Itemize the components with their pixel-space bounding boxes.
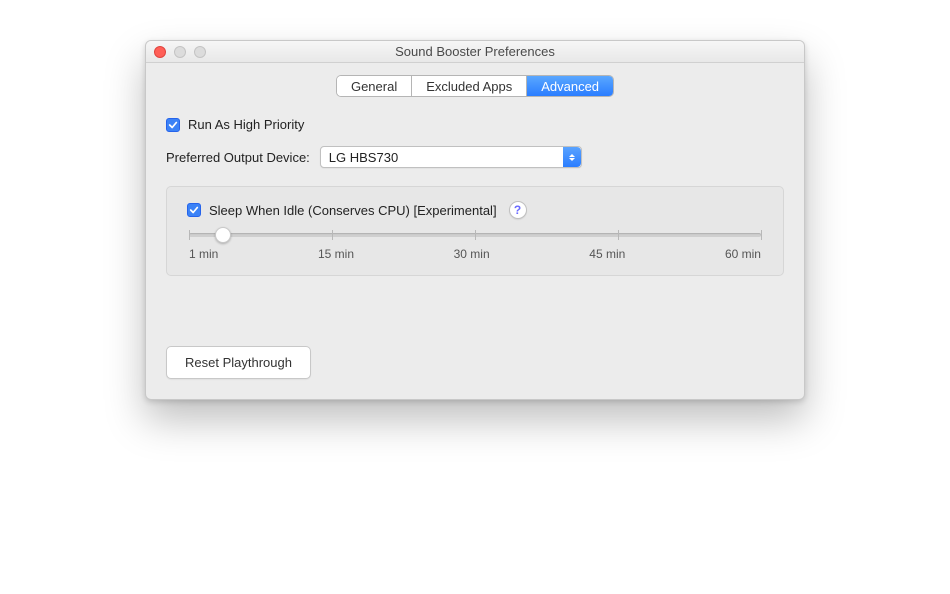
- slider-tick: [761, 230, 762, 240]
- output-device-label: Preferred Output Device:: [166, 150, 310, 165]
- slider-tick: [332, 230, 333, 240]
- tab-segment: General Excluded Apps Advanced: [336, 75, 614, 97]
- check-icon: [189, 205, 199, 215]
- tab-general[interactable]: General: [337, 76, 412, 96]
- traffic-lights: [154, 46, 206, 58]
- slider-track: [189, 233, 761, 237]
- scale-label: 45 min: [589, 247, 625, 261]
- sleep-idle-label: Sleep When Idle (Conserves CPU) [Experim…: [209, 203, 497, 218]
- slider-tick: [618, 230, 619, 240]
- reset-playthrough-button[interactable]: Reset Playthrough: [166, 346, 311, 379]
- tabs: General Excluded Apps Advanced: [166, 75, 784, 97]
- high-priority-label: Run As High Priority: [188, 117, 304, 132]
- preferences-window: Sound Booster Preferences General Exclud…: [145, 40, 805, 400]
- row-output-device: Preferred Output Device: LG HBS730: [166, 146, 784, 168]
- tab-excluded-apps[interactable]: Excluded Apps: [412, 76, 527, 96]
- sleep-idle-checkbox[interactable]: [187, 203, 201, 217]
- scale-label: 60 min: [725, 247, 761, 261]
- zoom-icon: [194, 46, 206, 58]
- row-high-priority: Run As High Priority: [166, 117, 784, 132]
- content-area: General Excluded Apps Advanced Run As Hi…: [146, 63, 804, 399]
- window-title: Sound Booster Preferences: [146, 44, 804, 59]
- high-priority-checkbox[interactable]: [166, 118, 180, 132]
- check-icon: [168, 120, 178, 130]
- scale-label: 30 min: [454, 247, 490, 261]
- close-icon[interactable]: [154, 46, 166, 58]
- help-button[interactable]: ?: [509, 201, 527, 219]
- slider-thumb[interactable]: [215, 227, 231, 243]
- slider-scale: 1 min 15 min 30 min 45 min 60 min: [189, 247, 761, 261]
- minimize-icon: [174, 46, 186, 58]
- updown-icon: [563, 147, 581, 167]
- help-icon: ?: [514, 203, 521, 217]
- slider-tick: [475, 230, 476, 240]
- output-device-value: LG HBS730: [329, 150, 398, 165]
- tab-advanced[interactable]: Advanced: [527, 76, 613, 96]
- row-sleep-idle: Sleep When Idle (Conserves CPU) [Experim…: [187, 201, 763, 219]
- scale-label: 1 min: [189, 247, 218, 261]
- scale-label: 15 min: [318, 247, 354, 261]
- slider-tick: [189, 230, 190, 240]
- sleep-group: Sleep When Idle (Conserves CPU) [Experim…: [166, 186, 784, 276]
- titlebar: Sound Booster Preferences: [146, 41, 804, 63]
- output-device-select[interactable]: LG HBS730: [320, 146, 582, 168]
- sleep-slider[interactable]: 1 min 15 min 30 min 45 min 60 min: [187, 233, 763, 261]
